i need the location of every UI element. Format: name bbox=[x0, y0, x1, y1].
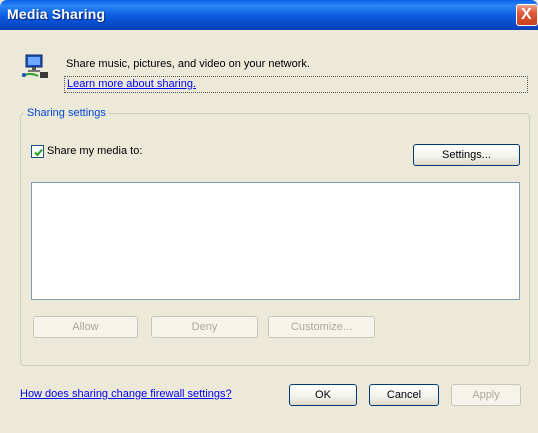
customize-button[interactable]: Customize... bbox=[268, 316, 375, 338]
sharing-settings-label: Sharing settings bbox=[24, 107, 109, 119]
info-description: Share music, pictures, and video on your… bbox=[66, 58, 310, 70]
ok-button[interactable]: OK bbox=[289, 384, 357, 406]
close-icon[interactable]: X bbox=[521, 5, 532, 25]
deny-button[interactable]: Deny bbox=[151, 316, 258, 338]
allow-button[interactable]: Allow bbox=[33, 316, 138, 338]
media-sharing-dialog: Media Sharing X Share music, pictures, a… bbox=[0, 0, 538, 433]
close-button[interactable]: X bbox=[516, 4, 538, 26]
checkmark-icon bbox=[34, 148, 43, 157]
title-bar[interactable]: Media Sharing X bbox=[0, 0, 538, 30]
share-media-checkbox[interactable] bbox=[31, 145, 44, 158]
devices-list[interactable] bbox=[31, 182, 520, 300]
apply-button[interactable]: Apply bbox=[451, 384, 521, 406]
learn-more-link[interactable]: Learn more about sharing. bbox=[64, 76, 528, 93]
learn-more-link-text[interactable]: Learn more about sharing. bbox=[67, 78, 196, 90]
network-media-icon bbox=[20, 52, 50, 80]
settings-button[interactable]: Settings... bbox=[413, 144, 520, 166]
firewall-settings-link[interactable]: How does sharing change firewall setting… bbox=[20, 388, 232, 400]
window-title: Media Sharing bbox=[7, 6, 106, 22]
cancel-button[interactable]: Cancel bbox=[369, 384, 439, 406]
share-media-label[interactable]: Share my media to: bbox=[47, 145, 142, 157]
